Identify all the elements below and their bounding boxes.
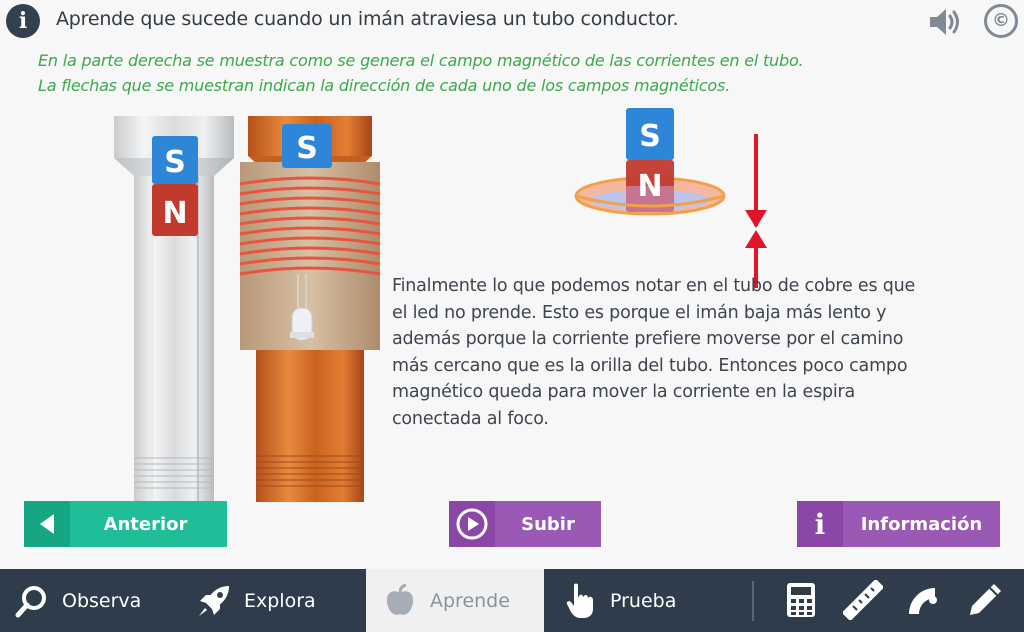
page-title: Aprende que sucede cuando un imán atravi… [56,8,679,30]
nav-divider [752,581,754,621]
nav-observe[interactable]: Observa [12,569,141,632]
explanation-line: Finalmente lo que podemos notar en el tu… [392,276,916,296]
nav-learn-label: Aprende [430,589,510,612]
magnet-right: S [282,124,332,168]
nav-test[interactable]: Prueba [560,569,676,632]
stage: i Aprende que sucede cuando un imán atra… [0,0,1024,632]
explanation-line: además porque la corriente prefiere move… [392,329,904,350]
svg-text:N: N [637,169,662,204]
instructions: En la parte derecha se muestra como se g… [38,48,804,98]
svg-text:N: N [162,196,187,231]
led-bulb [290,307,314,341]
magnifier-icon [12,581,52,621]
instructions-line-1: En la parte derecha se muestra como se g… [38,51,804,70]
information-button-label: Información [860,513,983,535]
previous-button[interactable]: Anterior [24,501,227,547]
apple-icon [380,581,420,621]
instructions-line-2: La flechas que se muestran indican la di… [38,76,731,95]
explanation-line: el led no prende. Esto es porque el imán… [392,302,887,323]
explanation-text: Finalmente lo que podemos notar en el tu… [392,273,972,433]
nav-explore-label: Explora [244,589,316,612]
hand-pointer-icon [560,581,600,621]
magnet-ring-diagram: S N [574,108,726,216]
up-button-label: Subir [521,513,575,535]
pencil-icon[interactable] [962,577,1008,623]
svg-text:S: S [164,145,186,180]
nav-learn[interactable]: Aprende [366,569,544,632]
rocket-icon [194,581,234,621]
explanation-line: magnético queda para mover la corriente … [392,382,856,403]
explanation-line: más cercano que es la orilla del tubo. E… [392,355,908,376]
aluminum-tube-illustration: S N [114,116,234,502]
nav-test-label: Prueba [610,589,677,612]
explanation-line: conectada al foco. [392,408,549,429]
up-button[interactable]: Subir [449,501,601,547]
svg-text:S: S [296,131,318,166]
info-icon: i [797,501,843,547]
bottom-navbar: Observa Explora Aprende Prueba [0,569,1024,632]
speaker-icon[interactable] [926,6,962,38]
protractor-icon[interactable] [900,577,946,623]
calculator-icon[interactable] [778,577,824,623]
copyright-icon[interactable]: © [984,4,1018,38]
triangle-left-icon [24,501,70,547]
ruler-icon[interactable] [840,577,886,623]
magnetic-field-arrows [745,134,767,288]
previous-button-label: Anterior [103,513,188,535]
copper-tube-illustration: S [239,116,381,502]
svg-text:S: S [639,119,661,154]
information-button[interactable]: i Información [797,501,1000,547]
nav-observe-label: Observa [62,589,142,612]
info-icon[interactable]: i [6,4,40,38]
play-circle-icon [449,501,495,547]
magnet-left: S N [152,136,198,236]
nav-explore[interactable]: Explora [194,569,316,632]
